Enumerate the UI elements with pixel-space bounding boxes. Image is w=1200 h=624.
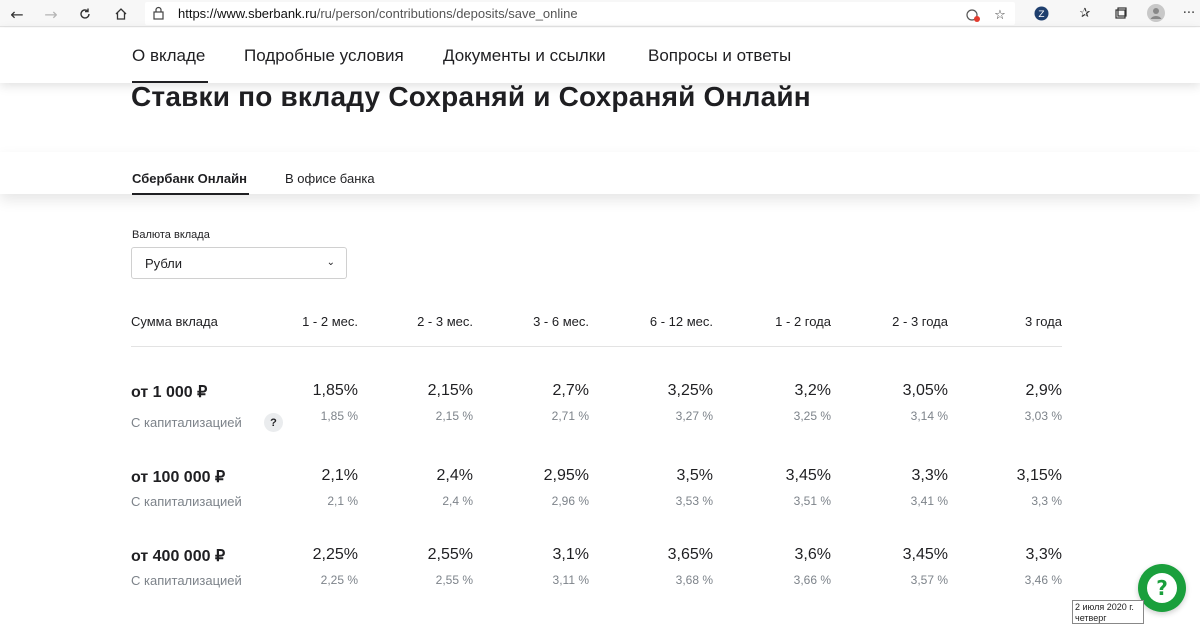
term-header: 2 - 3 года	[892, 314, 948, 329]
cap-rate-value: 2,25 %	[320, 573, 358, 587]
rate-value: 3,5%	[676, 467, 713, 484]
favorite-star-icon[interactable]: ☆	[991, 6, 1009, 24]
profile-avatar-icon[interactable]	[1147, 4, 1165, 22]
rate-value: 3,6%	[794, 546, 831, 563]
url-path: /ru/person/contributions/deposits/save_o…	[316, 6, 578, 21]
forward-icon[interactable]: →	[40, 3, 62, 25]
back-icon[interactable]: ←	[6, 3, 28, 25]
top-nav-faq[interactable]: Вопросы и ответы	[648, 46, 791, 66]
cap-rate-value: 2,15 %	[435, 409, 473, 423]
lock-icon	[153, 6, 164, 20]
term-header: 1 - 2 года	[775, 314, 831, 329]
term-header: 3 - 6 мес.	[533, 314, 589, 329]
rate-value: 1,85%	[312, 382, 358, 399]
cap-rate-value: 3,41 %	[910, 494, 948, 508]
rate-value: 2,15%	[427, 382, 473, 399]
tab-bank-office[interactable]: В офисе банка	[285, 171, 375, 186]
cap-rate-value: 3,53 %	[675, 494, 713, 508]
row-cap-label: С капитализацией	[131, 494, 242, 509]
site-permissions-icon[interactable]	[964, 6, 982, 24]
refresh-icon[interactable]	[74, 3, 96, 25]
rate-value: 3,3%	[911, 467, 948, 484]
cap-rate-value: 3,03 %	[1024, 409, 1062, 423]
amount-header: Сумма вклада	[131, 314, 218, 329]
rate-value: 3,25%	[667, 382, 713, 399]
top-nav-about[interactable]: О вкладе	[132, 46, 209, 83]
term-header: 3 года	[1024, 314, 1062, 329]
cap-rate-value: 3,57 %	[910, 573, 948, 587]
rate-value: 2,1%	[321, 467, 358, 484]
extension-icon[interactable]: Z	[1032, 4, 1050, 22]
rate-value: 3,2%	[794, 382, 831, 399]
date-text: 2 июля 2020 г.	[1075, 602, 1134, 612]
row-amount: от 400 000 ₽	[131, 548, 226, 565]
currency-label: Валюта вклада	[132, 229, 210, 241]
svg-text:Z: Z	[1038, 10, 1044, 20]
top-nav-documents[interactable]: Документы и ссылки	[443, 46, 606, 66]
currency-select[interactable]: Рубли ⌄	[131, 247, 347, 279]
rate-value: 2,7%	[552, 382, 589, 399]
browser-toolbar: ← → https://www.sberbank.ru/ru/person/co…	[0, 0, 1200, 27]
cap-rate-value: 3,11 %	[552, 573, 589, 587]
cap-rate-value: 3,27 %	[675, 409, 713, 423]
date-tooltip: 2 июля 2020 г. четверг	[1072, 600, 1144, 624]
cap-rate-value: 3,51 %	[793, 494, 831, 508]
cap-rate-value: 1,85 %	[320, 409, 358, 423]
rate-value: 3,45%	[902, 546, 948, 563]
row-cap-label: С капитализацией	[131, 573, 242, 588]
rate-value: 2,9%	[1025, 382, 1062, 399]
row-amount: от 100 000 ₽	[131, 469, 226, 486]
term-header: 2 - 3 мес.	[417, 314, 473, 329]
currency-value: Рубли	[145, 256, 183, 271]
cap-rate-value: 3,66 %	[793, 573, 831, 587]
rate-value: 3,15%	[1016, 467, 1062, 484]
channel-tabs: Сбербанк Онлайн В офисе банка	[0, 152, 1200, 195]
address-bar[interactable]: https://www.sberbank.ru/ru/person/contri…	[145, 2, 1015, 25]
cap-rate-value: 3,68 %	[675, 573, 713, 587]
rate-value: 3,65%	[667, 546, 713, 563]
site-header: О вкладе Подробные условия Документы и с…	[0, 28, 1200, 83]
table-divider	[131, 346, 1062, 347]
term-header: 6 - 12 мес.	[649, 314, 713, 329]
rate-value: 2,25%	[312, 546, 358, 563]
cap-rate-value: 3,46 %	[1024, 573, 1062, 587]
cap-rate-value: 2,96 %	[551, 494, 589, 508]
top-nav-conditions[interactable]: Подробные условия	[244, 46, 404, 66]
question-icon: ?	[1147, 573, 1177, 603]
chevron-down-icon: ⌄	[326, 257, 335, 268]
favorites-list-icon[interactable]: ✰	[1076, 4, 1094, 22]
rate-value: 3,45%	[785, 467, 831, 484]
cap-rate-value: 3,14 %	[910, 409, 948, 423]
weekday-text: четверг	[1075, 613, 1107, 623]
url-text: https://www.sberbank.ru/ru/person/contri…	[178, 6, 578, 21]
tab-sberbank-online[interactable]: Сбербанк Онлайн	[132, 171, 249, 195]
row-amount: от 1 000 ₽	[131, 384, 208, 401]
chat-help-button[interactable]: ?	[1138, 564, 1186, 612]
menu-more-icon[interactable]: ···	[1180, 4, 1198, 22]
url-domain: https://www.sberbank.ru	[178, 6, 317, 21]
cap-rate-value: 3,25 %	[793, 409, 831, 423]
row-cap-label: С капитализацией	[131, 415, 242, 430]
rate-value: 3,1%	[552, 546, 589, 563]
cap-rate-value: 2,1 %	[327, 494, 358, 508]
rate-value: 2,95%	[543, 467, 589, 484]
rate-value: 2,4%	[436, 467, 473, 484]
home-icon[interactable]	[110, 3, 132, 25]
collections-icon[interactable]	[1112, 4, 1130, 22]
cap-rate-value: 2,55 %	[435, 573, 473, 587]
capitalization-help-icon[interactable]: ?	[264, 413, 283, 432]
rate-value: 2,55%	[427, 546, 473, 563]
rate-value: 3,05%	[902, 382, 948, 399]
cap-rate-value: 2,4 %	[442, 494, 473, 508]
term-header: 1 - 2 мес.	[302, 314, 358, 329]
rate-value: 3,3%	[1025, 546, 1062, 563]
cap-rate-value: 3,3 %	[1031, 494, 1062, 508]
page-title: Ставки по вкладу Сохраняй и Сохраняй Онл…	[131, 81, 811, 112]
cap-rate-value: 2,71 %	[551, 409, 589, 423]
